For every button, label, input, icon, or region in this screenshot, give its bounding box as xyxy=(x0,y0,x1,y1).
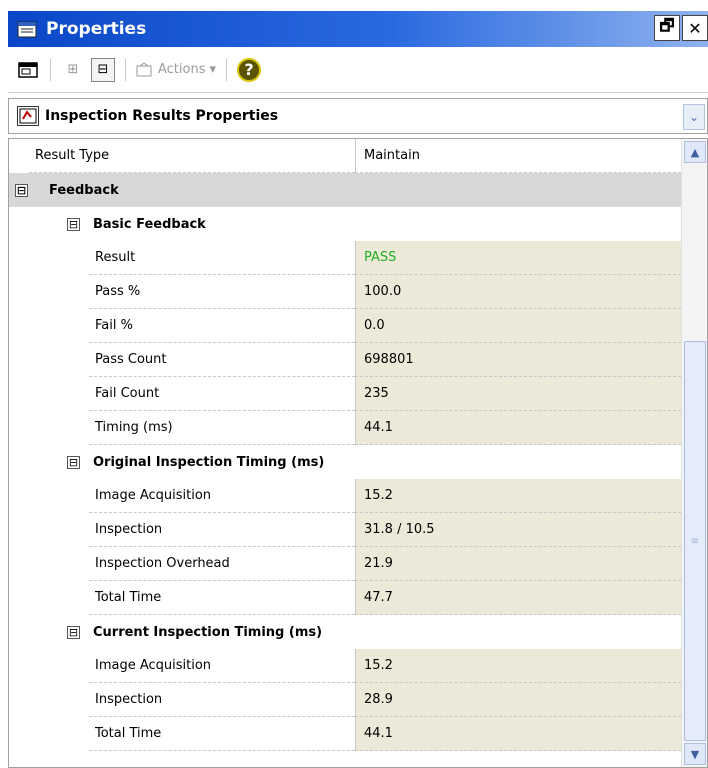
property-value[interactable]: Maintain xyxy=(355,139,681,173)
property-row[interactable]: Pass % 100.0 xyxy=(9,275,681,309)
property-row-result-type[interactable]: Result Type Maintain xyxy=(9,139,681,173)
arrow-up-icon: ▲ xyxy=(690,145,700,159)
property-value[interactable]: 698801 xyxy=(355,343,681,377)
property-value[interactable]: 31.8 / 10.5 xyxy=(355,513,681,547)
selector-label: Inspection Results Properties xyxy=(45,108,279,124)
property-name: Image Acquisition xyxy=(89,649,355,683)
property-row[interactable]: Image Acquisition 15.2 xyxy=(9,649,681,683)
chevron-down-icon[interactable]: ⌄ xyxy=(683,104,705,130)
expand-all-button[interactable]: ⊞ xyxy=(61,58,85,82)
toolbar-separator xyxy=(226,58,228,81)
property-value[interactable]: 0.0 xyxy=(355,309,681,343)
property-row[interactable]: Pass Count 698801 xyxy=(9,343,681,377)
close-button[interactable]: ✕ xyxy=(682,15,708,41)
toolbar-separator xyxy=(125,58,126,81)
property-rows: Result Type Maintain ⊟ Feedback ⊟ Basic … xyxy=(9,139,681,751)
property-row[interactable]: Fail % 0.0 xyxy=(9,309,681,343)
arrow-down-icon: ▼ xyxy=(690,747,700,761)
restore-button[interactable]: 🗗 xyxy=(654,15,680,41)
property-row[interactable]: Inspection 28.9 xyxy=(9,683,681,717)
collapse-icon[interactable]: ⊟ xyxy=(67,218,80,231)
property-grid: Result Type Maintain ⊟ Feedback ⊟ Basic … xyxy=(8,138,708,768)
property-row[interactable]: Inspection Overhead 21.9 xyxy=(9,547,681,581)
expand-icon: ⊞ xyxy=(67,62,79,77)
property-value[interactable]: 21.9 xyxy=(355,547,681,581)
property-value[interactable]: 44.1 xyxy=(355,717,681,751)
property-name: Fail % xyxy=(89,309,355,343)
property-value[interactable]: 100.0 xyxy=(355,275,681,309)
group-current-inspection-timing[interactable]: ⊟ Current Inspection Timing (ms) xyxy=(9,615,681,649)
property-name: Result xyxy=(89,241,355,275)
scroll-thumb[interactable]: ≡ xyxy=(684,341,706,741)
toolbar: ⊞ ⊟ Actions ▾ ? xyxy=(8,47,708,93)
property-value[interactable]: 235 xyxy=(355,377,681,411)
property-row[interactable]: Inspection 31.8 / 10.5 xyxy=(9,513,681,547)
categorized-view-button[interactable] xyxy=(16,58,40,82)
property-value-result[interactable]: PASS xyxy=(355,241,681,275)
help-glyph: ? xyxy=(244,60,254,79)
property-name: Timing (ms) xyxy=(89,411,355,445)
property-value[interactable]: 15.2 xyxy=(355,649,681,683)
property-name: Inspection xyxy=(89,513,355,547)
property-value[interactable]: 47.7 xyxy=(355,581,681,615)
property-row[interactable]: Image Acquisition 15.2 xyxy=(9,479,681,513)
inspection-icon xyxy=(17,106,39,126)
property-name: Inspection xyxy=(89,683,355,717)
vertical-scrollbar[interactable]: ▲ ≡ ▼ xyxy=(681,139,707,767)
property-row[interactable]: Total Time 47.7 xyxy=(9,581,681,615)
property-value[interactable]: 44.1 xyxy=(355,411,681,445)
property-value[interactable]: 28.9 xyxy=(355,683,681,717)
actions-label: Actions xyxy=(158,62,206,77)
property-row[interactable]: Result PASS xyxy=(9,241,681,275)
title-bar: Properties 🗗 ✕ xyxy=(8,11,708,47)
property-name: Pass % xyxy=(89,275,355,309)
grip-icon: ≡ xyxy=(690,535,700,547)
group-basic-feedback[interactable]: ⊟ Basic Feedback xyxy=(9,207,681,241)
help-icon[interactable]: ? xyxy=(237,57,262,82)
property-name: Total Time xyxy=(89,717,355,751)
chevron-down-icon: ▾ xyxy=(209,62,217,77)
property-name: Pass Count xyxy=(89,343,355,377)
property-name: Inspection Overhead xyxy=(89,547,355,581)
category-label: Feedback xyxy=(49,182,119,198)
property-value[interactable]: 15.2 xyxy=(355,479,681,513)
group-original-inspection-timing[interactable]: ⊟ Original Inspection Timing (ms) xyxy=(9,445,681,479)
group-label: Basic Feedback xyxy=(93,216,206,232)
properties-icon xyxy=(16,19,40,39)
collapse-icon[interactable]: ⊟ xyxy=(67,456,80,469)
group-label: Original Inspection Timing (ms) xyxy=(93,454,325,470)
collapse-icon[interactable]: ⊟ xyxy=(67,626,80,639)
toolbar-separator xyxy=(50,58,51,81)
window-title: Properties xyxy=(46,19,147,39)
property-name: Total Time xyxy=(89,581,355,615)
hand-icon xyxy=(136,61,152,76)
window-icon xyxy=(18,61,38,78)
property-name: Result Type xyxy=(29,139,355,173)
property-row[interactable]: Timing (ms) 44.1 xyxy=(9,411,681,445)
property-row[interactable]: Fail Count 235 xyxy=(9,377,681,411)
scroll-up-button[interactable]: ▲ xyxy=(684,141,706,163)
actions-menu[interactable]: Actions ▾ xyxy=(136,61,217,78)
collapse-icon[interactable]: ⊟ xyxy=(15,184,28,197)
close-icon: ✕ xyxy=(688,18,702,38)
property-row[interactable]: Total Time 44.1 xyxy=(9,717,681,751)
scroll-down-button[interactable]: ▼ xyxy=(684,743,706,765)
restore-icon: 🗗 xyxy=(659,15,675,35)
category-feedback[interactable]: ⊟ Feedback xyxy=(9,173,681,207)
object-selector[interactable]: Inspection Results Properties ⌄ xyxy=(8,98,708,134)
property-name: Fail Count xyxy=(89,377,355,411)
group-label: Current Inspection Timing (ms) xyxy=(93,624,323,640)
property-name: Image Acquisition xyxy=(89,479,355,513)
collapse-icon: ⊟ xyxy=(97,62,109,77)
collapse-all-button[interactable]: ⊟ xyxy=(91,57,115,82)
